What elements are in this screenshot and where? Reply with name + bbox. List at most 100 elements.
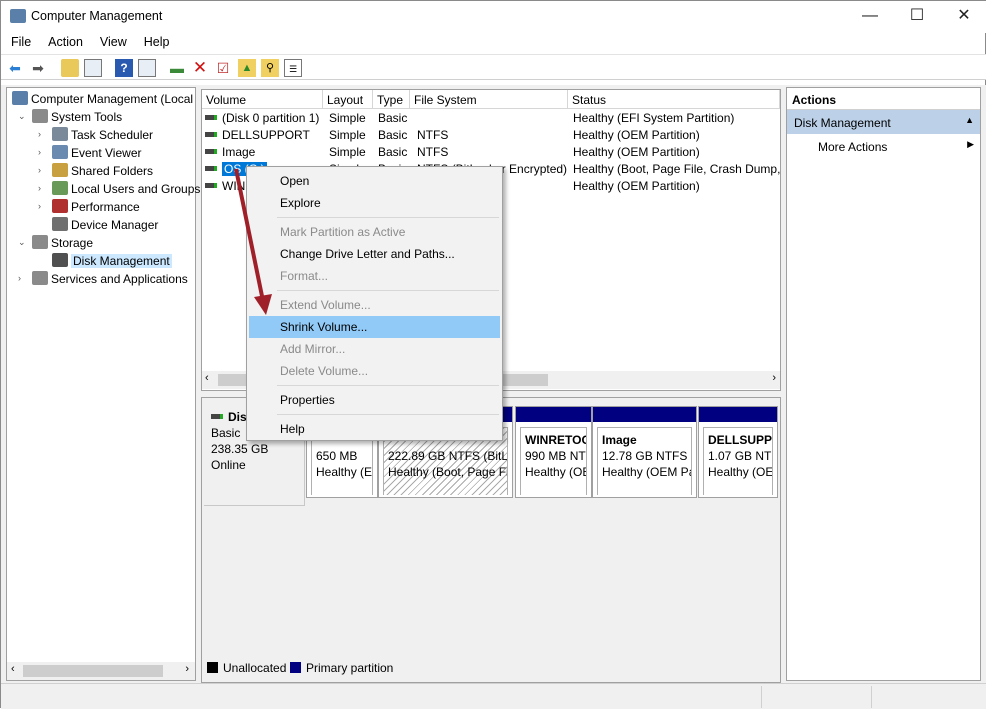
- column-header-status[interactable]: Status: [568, 90, 780, 109]
- menu-item-change-drive-letter-and-paths[interactable]: Change Drive Letter and Paths...: [249, 243, 500, 265]
- partition-block[interactable]: Image 12.78 GB NTFS Healthy (OEM Pa: [592, 406, 697, 498]
- delete-icon[interactable]: ✕: [191, 59, 209, 77]
- volume-cell: Simple: [329, 145, 366, 159]
- legend-unallocated: Unallocated: [223, 661, 287, 675]
- tree-item[interactable]: Performance: [52, 198, 140, 216]
- scroll-right-icon[interactable]: ›: [185, 663, 189, 675]
- menu-help[interactable]: Help: [134, 33, 177, 49]
- disk-icon: [211, 414, 223, 419]
- collapse-icon[interactable]: ▲: [965, 115, 974, 125]
- menu-item-explore[interactable]: Explore: [249, 192, 500, 214]
- maximize-button[interactable]: ☐: [894, 1, 940, 33]
- partition-size: 650 MB: [316, 449, 358, 463]
- actions-section-disk-management[interactable]: Disk Management ▲: [787, 110, 980, 134]
- properties-view-icon[interactable]: [138, 59, 156, 77]
- volume-cell: Healthy (OEM Partition): [573, 128, 700, 142]
- more-actions[interactable]: More Actions ▶: [787, 134, 980, 158]
- partition-block[interactable]: DELLSUPPO 1.07 GB NTF Healthy (OE: [698, 406, 778, 498]
- tree-node-icon: [12, 91, 28, 105]
- tree-item[interactable]: Computer Management (Local: [12, 90, 193, 108]
- search-folder-icon[interactable]: ⚲: [261, 59, 279, 77]
- tree-item[interactable]: Storage: [32, 234, 93, 252]
- tree-node-icon: [52, 199, 68, 213]
- volume-row[interactable]: DELLSUPPORT Simple Basic NTFS Healthy (OEM P…: [202, 127, 780, 144]
- tree-item[interactable]: Services and Applications: [32, 270, 188, 288]
- show-hide-tree-icon[interactable]: [84, 59, 102, 77]
- menu-item-open[interactable]: Open: [249, 170, 500, 192]
- list-properties-icon[interactable]: ☰: [284, 59, 302, 77]
- expand-toggle-icon[interactable]: ⌄: [18, 111, 26, 122]
- tree-item[interactable]: Shared Folders: [52, 162, 153, 180]
- title-bar: Computer Management — ☐ ✕: [1, 1, 986, 33]
- menu-item-add-mirror: Add Mirror...: [280, 342, 346, 356]
- expand-toggle-icon[interactable]: ›: [38, 183, 41, 193]
- volume-cell: (Disk 0 partition 1): [222, 111, 320, 125]
- volume-cell: Simple: [329, 111, 366, 125]
- expand-toggle-icon[interactable]: ›: [18, 273, 21, 283]
- volume-row[interactable]: Image Simple Basic NTFS Healthy (OEM Partiti…: [202, 144, 780, 161]
- scroll-thumb[interactable]: [23, 665, 163, 677]
- tree-item[interactable]: Device Manager: [52, 216, 158, 234]
- tree-item[interactable]: Local Users and Groups: [52, 180, 200, 198]
- tree-item-label: Device Manager: [71, 218, 159, 232]
- forward-icon[interactable]: ➡: [29, 59, 47, 77]
- partition-size: 990 MB NTI: [525, 449, 587, 463]
- up-arrow-folder-icon[interactable]: ▲: [238, 59, 256, 77]
- partition-block[interactable]: WINRETOOLS 990 MB NTI Healthy (OE: [515, 406, 592, 498]
- tree-item[interactable]: Event Viewer: [52, 144, 141, 162]
- tree-item[interactable]: Task Scheduler: [52, 126, 153, 144]
- partition-status: Healthy (OE: [708, 465, 773, 479]
- volume-cell: Image: [222, 145, 256, 159]
- menu-item-shrink-volume[interactable]: Shrink Volume...: [249, 316, 500, 338]
- tree-node-icon: [52, 253, 68, 267]
- volume-cell: Basic: [378, 145, 408, 159]
- column-header-layout[interactable]: Layout: [323, 90, 373, 109]
- menu-view[interactable]: View: [90, 33, 134, 49]
- legend-primary: Primary partition: [306, 661, 394, 675]
- volume-cell: DELLSUPPORT: [222, 128, 310, 142]
- partition-status: Healthy (EI: [316, 465, 373, 479]
- column-header-volume[interactable]: Volume: [202, 90, 323, 109]
- partition-name: WINRETOOLS: [525, 433, 586, 447]
- legend-primary-swatch: [290, 662, 301, 673]
- actions-section-label: Disk Management: [794, 116, 891, 130]
- tree-item[interactable]: System Tools: [32, 108, 122, 126]
- minimize-button[interactable]: —: [847, 1, 893, 33]
- tree-item-label: Shared Folders: [71, 164, 154, 178]
- expand-toggle-icon[interactable]: ›: [38, 147, 41, 157]
- tree-horizontal-scrollbar[interactable]: ‹ ›: [7, 662, 195, 680]
- close-button[interactable]: ✕: [941, 1, 986, 33]
- column-header-type[interactable]: Type: [373, 90, 410, 109]
- scroll-right-icon[interactable]: ›: [772, 372, 776, 384]
- menu-item-properties[interactable]: Properties: [249, 389, 500, 411]
- expand-toggle-icon[interactable]: ›: [38, 129, 41, 139]
- volume-cell: Basic: [378, 111, 408, 125]
- column-header-file-system[interactable]: File System: [410, 90, 568, 109]
- menu-item-help[interactable]: Help: [249, 418, 500, 440]
- submenu-arrow-icon: ▶: [967, 139, 974, 149]
- tree-node-icon: [32, 109, 48, 123]
- scroll-left-icon[interactable]: ‹: [205, 372, 209, 384]
- disk-state: Online: [211, 458, 246, 472]
- menu-file[interactable]: File: [1, 33, 38, 49]
- partition-size: 12.78 GB NTFS: [602, 449, 688, 463]
- expand-toggle-icon[interactable]: ›: [38, 201, 41, 211]
- expand-toggle-icon[interactable]: ›: [38, 165, 41, 175]
- tree-item[interactable]: Disk Management: [52, 252, 172, 270]
- menu-bar: File Action View Help: [1, 33, 986, 53]
- volume-row[interactable]: (Disk 0 partition 1) Simple Basic Healthy (…: [202, 110, 780, 127]
- tree-item-label: Services and Applications: [51, 272, 188, 286]
- back-icon[interactable]: ⬅: [6, 59, 24, 77]
- connect-icon[interactable]: ▬: [168, 59, 186, 77]
- help-icon[interactable]: ?: [115, 59, 133, 77]
- tree-item-label: Disk Management: [71, 254, 172, 268]
- menu-action[interactable]: Action: [38, 33, 90, 49]
- expand-toggle-icon[interactable]: ⌄: [18, 237, 26, 248]
- menu-item-extend-volume: Extend Volume...: [280, 298, 371, 312]
- partition-status: Healthy (Boot, Page Fil: [388, 465, 508, 479]
- check-icon[interactable]: ☑: [214, 59, 232, 77]
- scroll-left-icon[interactable]: ‹: [11, 663, 15, 675]
- actions-pane: Actions Disk Management ▲ More Actions ▶: [786, 87, 981, 681]
- up-folder-icon[interactable]: [61, 59, 79, 77]
- menu-item-delete-volume: Delete Volume...: [280, 364, 369, 378]
